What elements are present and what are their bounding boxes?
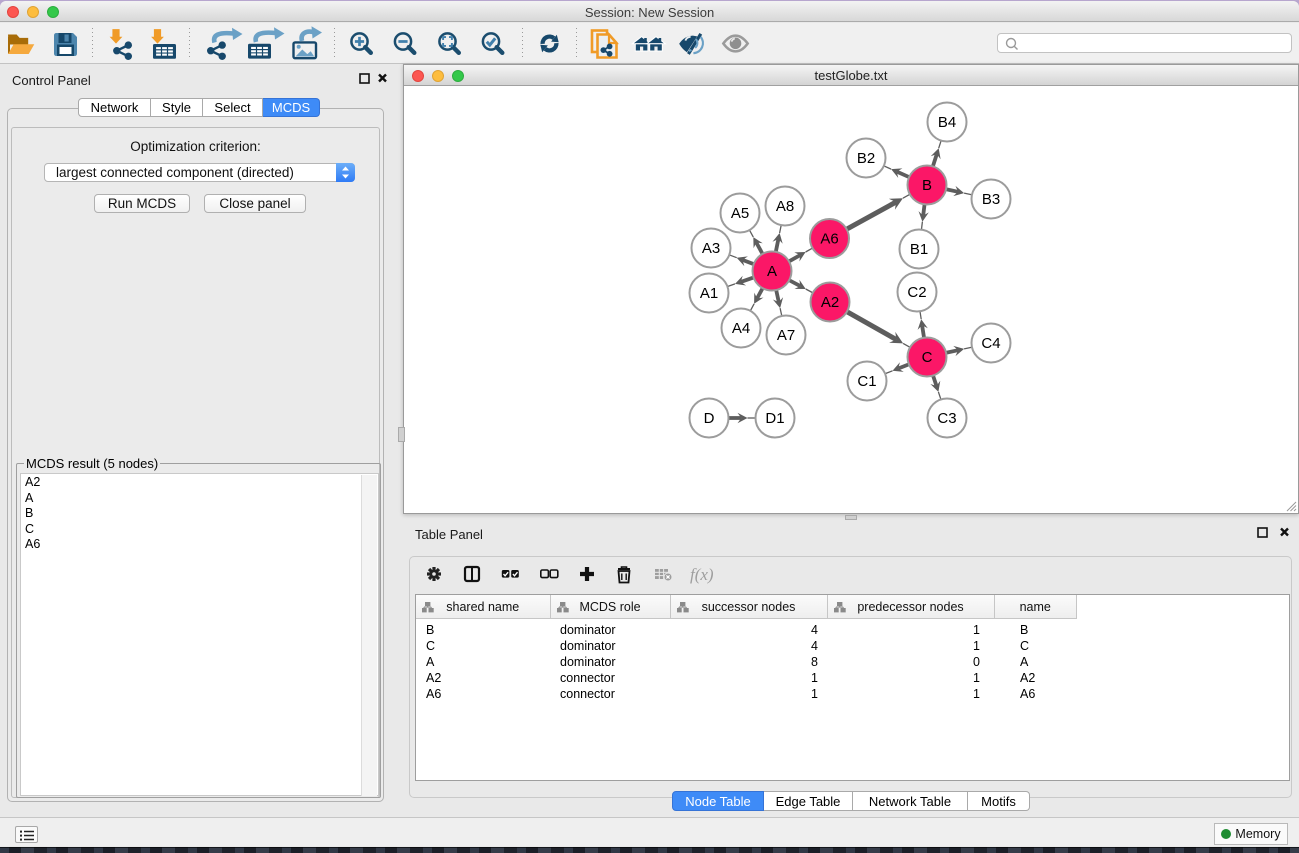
svg-text:A8: A8 xyxy=(776,198,794,215)
svg-text:B3: B3 xyxy=(982,191,1000,208)
svg-text:f(x): f(x) xyxy=(690,565,714,584)
svg-text:D1: D1 xyxy=(765,410,784,427)
svg-text:C4: C4 xyxy=(981,335,1000,352)
svg-text:C3: C3 xyxy=(937,410,956,427)
svg-text:A: A xyxy=(767,263,777,280)
svg-text:A4: A4 xyxy=(732,320,750,337)
svg-text:A6: A6 xyxy=(820,231,838,248)
svg-text:A2: A2 xyxy=(821,294,839,311)
svg-text:B1: B1 xyxy=(910,241,928,258)
svg-text:B: B xyxy=(922,177,932,194)
svg-text:C1: C1 xyxy=(857,373,876,390)
svg-text:C: C xyxy=(922,349,933,366)
svg-text:D: D xyxy=(704,410,715,427)
svg-text:C2: C2 xyxy=(907,284,926,301)
svg-text:A3: A3 xyxy=(702,240,720,257)
svg-text:A7: A7 xyxy=(777,327,795,344)
svg-text:B2: B2 xyxy=(857,150,875,167)
svg-text:A5: A5 xyxy=(731,205,749,222)
svg-text:B4: B4 xyxy=(938,114,956,131)
svg-text:A1: A1 xyxy=(700,285,718,302)
